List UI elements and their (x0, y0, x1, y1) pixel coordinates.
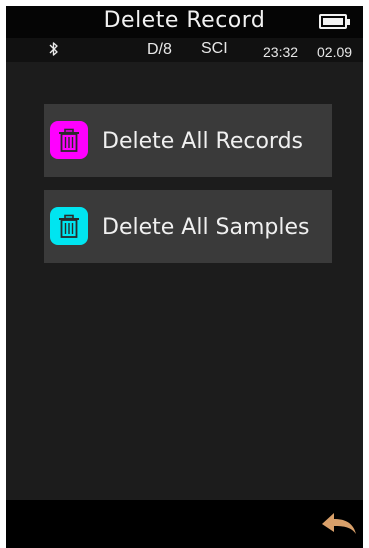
delete-all-samples-label: Delete All Samples (102, 215, 310, 240)
delete-all-records-label: Delete All Records (102, 129, 304, 154)
back-arrow-icon[interactable] (320, 510, 358, 538)
status-bar: D/8 SCI 23:32 02.09 (6, 38, 363, 62)
clock-date: 02.09 (317, 44, 353, 60)
trash-icon (50, 207, 88, 245)
title-bar: Delete Record (6, 6, 363, 38)
trash-icon (50, 121, 88, 159)
delete-all-samples-button[interactable]: Delete All Samples (44, 190, 332, 263)
device-screen: Delete Record D/8 SCI 23:32 02.09 Delete… (6, 6, 363, 548)
page-title: Delete Record (103, 8, 266, 33)
bluetooth-icon (48, 41, 60, 62)
bottom-bar (6, 500, 363, 548)
geometry-label: D/8 (147, 41, 172, 58)
battery-full-icon (319, 14, 350, 29)
delete-all-records-button[interactable]: Delete All Records (44, 104, 332, 177)
clock-time: 23:32 (263, 44, 299, 60)
mode-label: SCI (201, 40, 228, 57)
